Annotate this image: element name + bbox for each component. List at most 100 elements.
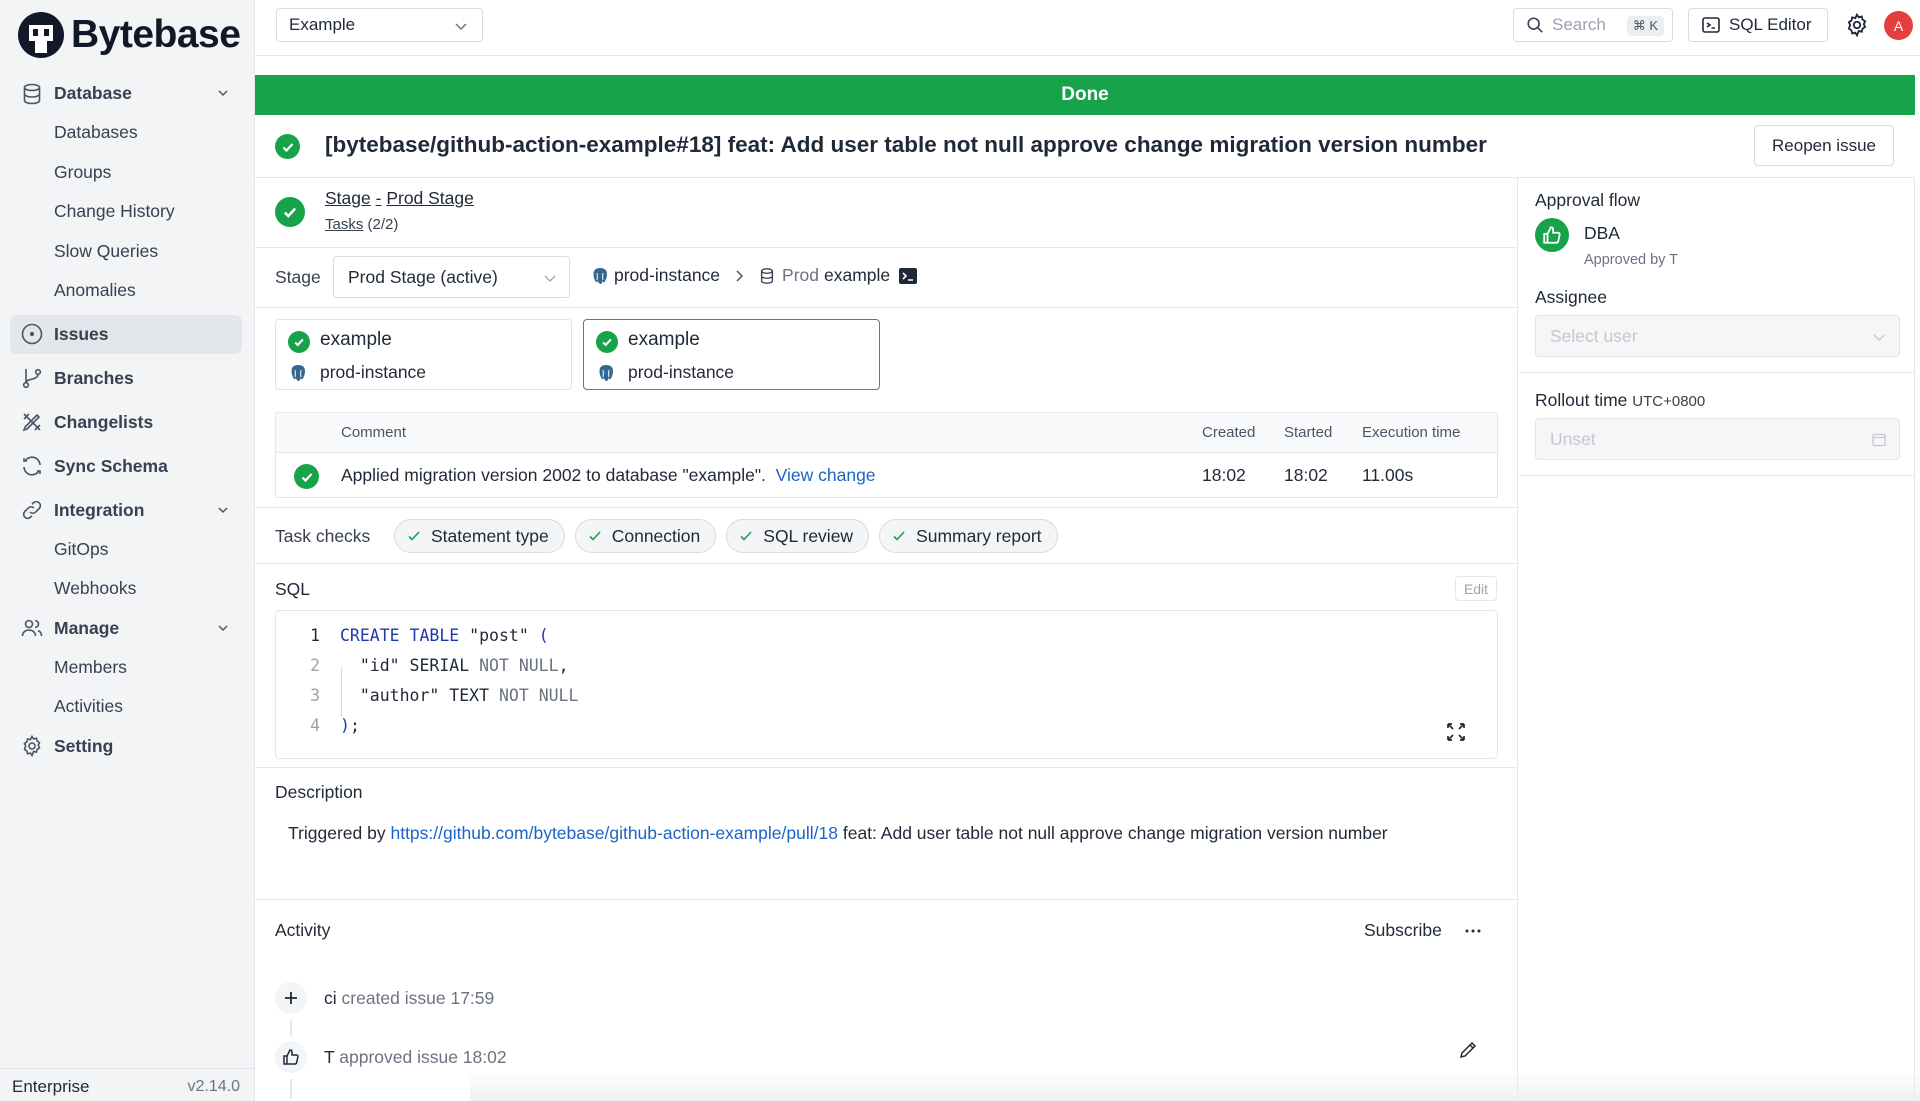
sidebar-item-webhooks[interactable]: Webhooks xyxy=(10,569,242,609)
sidebar: Bytebase Database Databases Groups Chang… xyxy=(0,0,255,1101)
description-text[interactable]: Triggered by https://github.com/bytebase… xyxy=(288,823,1388,844)
timeline-connector xyxy=(290,1079,292,1099)
check-circle-icon xyxy=(288,331,310,353)
sql-code-editor[interactable]: 1CREATE TABLE "post" ( 2 "id" SERIAL NOT … xyxy=(275,610,1498,759)
line-number: 2 xyxy=(276,656,320,675)
sidebar-item-gitops[interactable]: GitOps xyxy=(10,530,242,570)
pull-request-link[interactable]: https://github.com/bytebase/github-actio… xyxy=(390,823,838,843)
line-number: 4 xyxy=(276,716,320,735)
sidebar-item-database[interactable]: Database xyxy=(10,74,242,113)
stage-name-link[interactable]: Prod Stage xyxy=(386,188,474,208)
sidebar-item-label: Database xyxy=(54,83,132,104)
tasks-link[interactable]: Tasks xyxy=(325,216,363,233)
task-card-selected[interactable]: example prod-instance xyxy=(583,319,880,390)
task-check-connection[interactable]: Connection xyxy=(575,519,717,553)
postgres-icon xyxy=(288,363,308,383)
settings-gear-icon[interactable] xyxy=(1844,12,1870,38)
sidebar-item-changelists[interactable]: Changelists xyxy=(10,403,242,442)
postgres-icon xyxy=(590,266,610,286)
issue-title[interactable]: [bytebase/github-action-example#18] feat… xyxy=(325,132,1487,158)
search-icon xyxy=(1526,16,1544,34)
sql-token: , xyxy=(559,656,569,675)
check-icon xyxy=(739,529,753,543)
search-shortcut: ⌘ K xyxy=(1627,16,1664,36)
chevron-down-icon[interactable] xyxy=(216,621,230,635)
sidebar-item-members[interactable]: Members xyxy=(10,648,242,688)
logo[interactable]: Bytebase xyxy=(17,11,240,59)
rollout-time-input[interactable]: Unset xyxy=(1535,418,1900,460)
stage-link[interactable]: Stage xyxy=(325,188,371,208)
project-selector[interactable]: Example xyxy=(276,8,483,42)
changelist-icon xyxy=(20,410,44,434)
sidebar-item-branches[interactable]: Branches xyxy=(10,359,242,398)
sidebar-item-label: Sync Schema xyxy=(54,456,168,477)
branch-icon xyxy=(20,366,44,390)
column-header-comment: Comment xyxy=(341,424,406,441)
chevron-down-icon[interactable] xyxy=(216,86,230,100)
indent-guide xyxy=(341,667,342,717)
database-link[interactable]: example xyxy=(824,265,890,286)
subscribe-button[interactable]: Subscribe xyxy=(1364,920,1442,941)
expand-icon[interactable] xyxy=(1445,721,1467,743)
comment-text: Applied migration version 2002 to databa… xyxy=(341,465,766,485)
task-database: example xyxy=(320,329,392,351)
approved-by: Approved by T xyxy=(1584,252,1678,268)
task-check-label: Connection xyxy=(612,526,701,547)
sidebar-item-manage[interactable]: Manage xyxy=(10,609,242,648)
task-check-label: SQL review xyxy=(763,526,853,547)
sidebar-item-issues[interactable]: Issues xyxy=(10,315,242,354)
approval-step[interactable]: DBA xyxy=(1584,223,1620,244)
sql-constraint: NOT NULL xyxy=(479,656,558,675)
tasks-summary: Tasks (2/2) xyxy=(325,216,398,233)
sidebar-item-activities[interactable]: Activities xyxy=(10,687,242,727)
column-header-created: Created xyxy=(1202,424,1255,441)
description-section: Description Triggered by https://github.… xyxy=(255,768,1517,900)
instance-link[interactable]: prod-instance xyxy=(614,265,720,286)
assignee-select[interactable]: Select user xyxy=(1535,315,1900,357)
chevron-down-icon[interactable] xyxy=(216,503,230,517)
sql-keyword: CREATE TABLE xyxy=(340,626,459,645)
sql-editor-button[interactable]: SQL Editor xyxy=(1688,8,1828,42)
plan-label[interactable]: Enterprise xyxy=(12,1077,89,1097)
sql-editor-terminal-icon[interactable] xyxy=(898,266,918,286)
stage-separator: - xyxy=(376,188,382,208)
activity-text: ci created issue 17:59 xyxy=(324,988,494,1009)
task-card[interactable]: example prod-instance xyxy=(275,319,572,390)
sidebar-item-integration[interactable]: Integration xyxy=(10,491,242,530)
search-input[interactable]: Search ⌘ K xyxy=(1513,8,1673,42)
activity-actor[interactable]: T xyxy=(324,1047,334,1067)
code-line: 1CREATE TABLE "post" ( xyxy=(276,620,320,650)
code-text: "id" SERIAL NOT NULL, xyxy=(340,656,569,675)
sidebar-item-slow-queries[interactable]: Slow Queries xyxy=(10,232,242,272)
sidebar-item-anomalies[interactable]: Anomalies xyxy=(10,271,242,311)
activity-description: created issue 17:59 xyxy=(342,988,495,1008)
sql-constraint: NOT NULL xyxy=(499,686,578,705)
stage-select[interactable]: Prod Stage (active) xyxy=(333,256,570,298)
sidebar-item-change-history[interactable]: Change History xyxy=(10,192,242,232)
sidebar-item-databases[interactable]: Databases xyxy=(10,113,242,153)
sidebar-item-label: Changelists xyxy=(54,412,153,433)
task-check-statement-type[interactable]: Statement type xyxy=(394,519,565,553)
user-avatar[interactable]: A xyxy=(1884,11,1913,40)
sql-keyword: ( xyxy=(539,626,549,645)
edit-pencil-icon[interactable] xyxy=(1458,1040,1478,1060)
task-check-sql-review[interactable]: SQL review xyxy=(726,519,869,553)
chevron-down-icon xyxy=(454,19,468,33)
stage-label: Stage xyxy=(275,267,321,288)
thumbs-up-icon xyxy=(1535,218,1569,252)
sidebar-item-setting[interactable]: Setting xyxy=(10,727,242,766)
activity-section: Activity Subscribe ci created issue 17:5… xyxy=(255,900,1517,1101)
task-run-comment: Applied migration version 2002 to databa… xyxy=(341,465,876,486)
sidebar-item-sync-schema[interactable]: Sync Schema xyxy=(10,447,242,486)
view-change-link[interactable]: View change xyxy=(776,465,876,485)
more-horizontal-icon[interactable] xyxy=(1463,922,1483,940)
activity-actor[interactable]: ci xyxy=(324,988,337,1008)
column-header-execution-time: Execution time xyxy=(1362,424,1460,441)
description-label: Description xyxy=(275,782,363,803)
check-circle-icon xyxy=(275,134,300,159)
task-check-summary-report[interactable]: Summary report xyxy=(879,519,1057,553)
reopen-issue-button[interactable]: Reopen issue xyxy=(1754,125,1894,166)
sidebar-item-groups[interactable]: Groups xyxy=(10,153,242,193)
edit-sql-button[interactable]: Edit xyxy=(1455,576,1497,601)
code-text: CREATE TABLE "post" ( xyxy=(340,626,549,645)
